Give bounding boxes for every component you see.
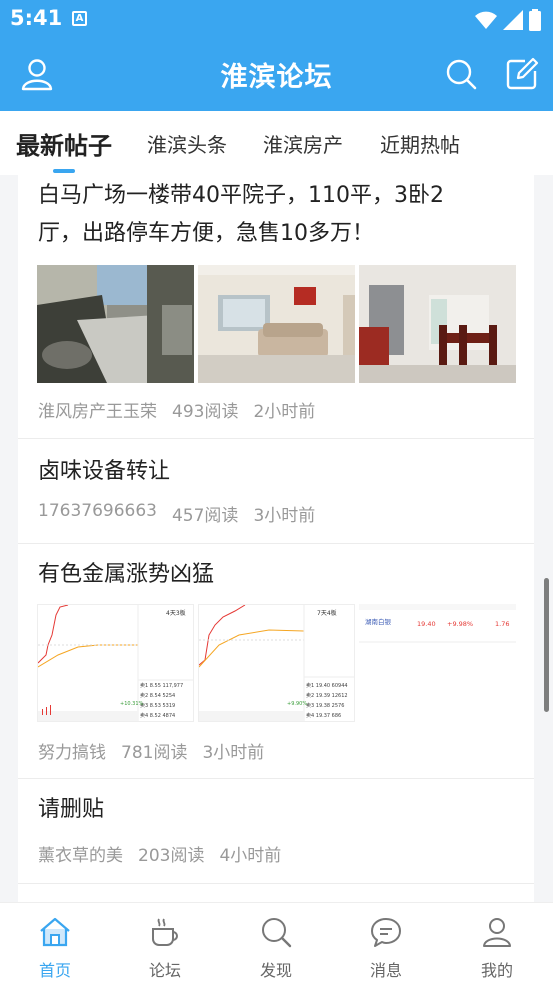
post-author[interactable]: 17637696663 (38, 501, 157, 526)
living-room-photo (198, 265, 355, 383)
post-image[interactable] (359, 265, 516, 383)
post-time: 2小时前 (253, 402, 316, 422)
stock-row: 卖3 8.53 5319 (140, 703, 175, 709)
nav-label: 我的 (480, 961, 513, 980)
status-time: 5:41 (10, 6, 63, 30)
compose-icon[interactable] (505, 57, 539, 91)
stock-tag: 4天3板 (166, 609, 186, 617)
stock-tag: 7天4板 (317, 609, 337, 617)
tab-huaibin-real-estate[interactable]: 淮滨房产 (263, 129, 343, 158)
stock-row: 卖2 19.39 12612 (306, 693, 348, 699)
post-meta: 努力搞钱 781阅读 3小时前 (38, 738, 264, 763)
stock-row: 卖3 19.38 2576 (306, 703, 344, 709)
stock-price: 19.40 (417, 620, 436, 628)
nav-messages[interactable]: 消息 (331, 903, 441, 984)
nav-forum[interactable]: 论坛 (110, 903, 220, 984)
home-icon (40, 917, 70, 947)
app-bar: 淮滨论坛 (0, 38, 553, 111)
scrollbar[interactable] (544, 578, 549, 712)
search-icon[interactable] (444, 57, 478, 91)
post-meta: 17637696663 457阅读 3小时前 (38, 501, 315, 526)
yard-photo (37, 265, 194, 383)
post-time: 3小时前 (253, 506, 316, 526)
active-tab-indicator (53, 169, 75, 173)
post-title[interactable]: 白马广场一楼带40平院子，110平，3卧2 (38, 177, 444, 215)
stock-change: +9.98% (447, 620, 473, 628)
post-reads: 203阅读 (138, 846, 205, 866)
post-title[interactable]: 有色金属涨势凶猛 (38, 556, 214, 594)
post-meta: 薰衣草的美 203阅读 4小时前 (38, 841, 281, 866)
stock-row: 卖1 8.55 117,977 (140, 683, 183, 689)
tab-latest-posts[interactable]: 最新帖子 (16, 126, 112, 161)
stock-name: 湖南白银 (365, 617, 392, 626)
notification-a-icon: A (72, 11, 87, 26)
status-bar: 5:41 A (0, 0, 553, 38)
message-icon (371, 918, 401, 947)
post-author[interactable]: 淮风房产王玉荣 (38, 397, 157, 422)
post-title[interactable]: 请删贴 (38, 791, 104, 829)
post-image[interactable]: 4天3板 卖1 8.55 117,977 卖2 8.54 5254 卖3 8.5… (37, 604, 194, 722)
nav-profile[interactable]: 我的 (442, 903, 552, 984)
profile-icon (483, 918, 511, 947)
wifi-icon (475, 11, 497, 29)
nav-label: 首页 (38, 961, 71, 980)
post-author[interactable]: 薰衣草的美 (38, 841, 123, 866)
bottom-navigation: 首页 论坛 发现 消息 我的 (0, 902, 553, 984)
post-meta: 淮风房产王玉荣 493阅读 2小时前 (38, 397, 315, 422)
battery-icon (529, 9, 541, 31)
stock-extra: 1.76 (495, 620, 509, 628)
post-image[interactable] (198, 265, 355, 383)
signal-icon (503, 10, 523, 30)
post-card[interactable] (18, 884, 534, 902)
stock-row: 卖4 19.37 686 (306, 713, 341, 719)
post-image[interactable] (37, 265, 194, 383)
stock-row: 卖2 8.54 5254 (140, 693, 175, 699)
post-card[interactable]: 有色金属涨势凶猛 4天3板 卖1 8.55 117,977 卖2 8.54 52… (18, 544, 534, 778)
post-time: 4小时前 (219, 846, 282, 866)
nav-discover[interactable]: 发现 (221, 903, 331, 984)
tab-recent-hot[interactable]: 近期热帖 (380, 129, 460, 158)
nav-home[interactable]: 首页 (0, 903, 110, 984)
nav-label: 论坛 (148, 961, 181, 980)
post-time: 3小时前 (202, 743, 265, 763)
system-icons (475, 9, 541, 31)
stock-row: 卖4 8.52 4874 (140, 713, 175, 719)
stock-change: +10.31% (120, 701, 144, 707)
post-card[interactable]: 卤味设备转让 17637696663 457阅读 3小时前 (18, 439, 534, 543)
tab-huaibin-headlines[interactable]: 淮滨头条 (147, 129, 227, 158)
post-card[interactable]: 白马广场一楼带40平院子，110平，3卧2 厅，出路停车方便，急售10多万！ 淮… (18, 175, 534, 438)
post-reads: 457阅读 (171, 506, 239, 526)
stock-chart-thumbnail: 7天4板 卖1 19.40 60944 卖2 19.39 12612 卖3 19… (199, 605, 354, 721)
post-image[interactable]: 7天4板 卖1 19.40 60944 卖2 19.39 12612 卖3 19… (198, 604, 355, 722)
post-card[interactable]: 请删贴 薰衣草的美 203阅读 4小时前 (18, 779, 534, 883)
nav-label: 发现 (259, 961, 292, 980)
post-title[interactable]: 卤味设备转让 (38, 453, 170, 491)
tab-bar: 最新帖子 淮滨头条 淮滨房产 近期热帖 (0, 111, 553, 175)
post-author[interactable]: 努力搞钱 (38, 738, 106, 763)
search-icon (262, 918, 292, 948)
stock-change: +9.90% (287, 701, 307, 707)
stock-chart-thumbnail: 4天3板 卖1 8.55 117,977 卖2 8.54 5254 卖3 8.5… (38, 605, 193, 721)
post-reads: 781阅读 (121, 743, 188, 763)
post-feed[interactable]: 白马广场一楼带40平院子，110平，3卧2 厅，出路停车方便，急售10多万！ 淮… (0, 175, 553, 902)
coffee-icon (152, 918, 178, 946)
post-image[interactable]: 湖南白银 19.40 +9.98% 1.76 (359, 604, 516, 722)
nav-label: 消息 (369, 961, 402, 980)
post-reads: 493阅读 (172, 402, 239, 422)
stock-list-thumbnail: 湖南白银 19.40 +9.98% 1.76 (359, 604, 516, 643)
dining-room-photo (359, 265, 516, 383)
post-title[interactable]: 厅，出路停车方便，急售10多万！ (38, 215, 374, 253)
stock-row: 卖1 19.40 60944 (306, 683, 348, 689)
